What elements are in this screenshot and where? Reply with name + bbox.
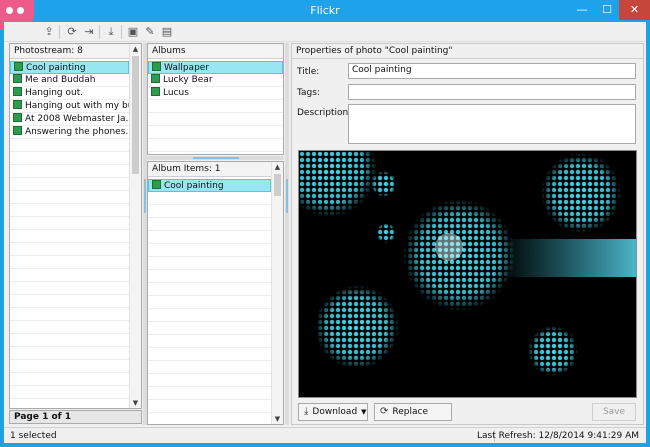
photo-icon (152, 180, 161, 189)
title-label: Title: (297, 67, 320, 77)
client-area: ⇪ ⟳ ⇥ ⤓ ▣ ✎ ▤ Photostream: 8 Cool painti… (4, 22, 646, 443)
delete-icon[interactable]: ▤ (160, 25, 174, 39)
page-indicator: Page 1 of 1 (9, 410, 142, 424)
refresh-icon: ⟳ (380, 406, 389, 417)
toolbar: ⇪ ⟳ ⇥ ⤓ ▣ ✎ ▤ (4, 22, 646, 42)
list-item[interactable]: At 2008 Webmaster Ja... (10, 113, 129, 126)
download-button[interactable]: ⤓ Download ▼ (298, 403, 368, 421)
status-bar: 1 selected Last Refresh: 12/8/2014 9:41:… (4, 427, 646, 443)
albums-header: Albums (148, 44, 283, 59)
properties-panel: Properties of photo "Cool painting" Titl… (291, 43, 644, 425)
photo-icon (14, 62, 23, 71)
photo-icon (13, 100, 22, 109)
scroll-down-icon[interactable]: ▼ (130, 399, 141, 407)
maximize-button[interactable]: ☐ (596, 0, 618, 20)
close-button[interactable]: ✕ (619, 0, 650, 20)
album-items-list: Cool painting (148, 179, 271, 424)
photo-image (299, 151, 636, 397)
tags-label: Tags: (297, 88, 320, 98)
scrollbar-thumb[interactable] (132, 56, 139, 174)
photo-icon (13, 74, 22, 83)
list-item[interactable]: Me and Buddah (10, 74, 129, 87)
list-item[interactable]: Lucus (148, 87, 283, 100)
list-item[interactable]: Answering the phones. (10, 126, 129, 139)
minimize-button[interactable]: — (570, 0, 594, 20)
album-items-scrollbar[interactable]: ▲ ▼ (271, 162, 283, 424)
photo-icon (13, 87, 22, 96)
scroll-down-icon[interactable]: ▼ (272, 415, 283, 423)
photostream-panel: Photostream: 8 Cool painting Me and Budd… (9, 43, 142, 409)
refresh-icon[interactable]: ⟳ (65, 25, 79, 39)
edit-icon[interactable]: ✎ (143, 25, 157, 39)
album-items-header: Album Items: 1 (148, 162, 283, 177)
replace-button[interactable]: ⟳ Replace (374, 403, 452, 421)
scroll-up-icon[interactable]: ▲ (130, 45, 141, 53)
album-icon (151, 74, 160, 83)
list-item[interactable]: Wallpaper (148, 61, 283, 74)
title-field[interactable]: Cool painting (348, 63, 636, 79)
albums-panel: Albums Wallpaper Lucky Bear Lucus (147, 43, 284, 155)
album-icon (151, 87, 160, 96)
scrollbar-thumb[interactable] (274, 174, 281, 196)
photostream-header: Photostream: 8 (10, 44, 141, 59)
description-field[interactable] (348, 104, 636, 144)
description-label: Description: (297, 108, 352, 118)
selection-count: 1 selected (10, 431, 57, 441)
save-button[interactable]: Save (592, 403, 636, 421)
download-icon[interactable]: ⤓ (104, 25, 118, 39)
photostream-list: Cool painting Me and Buddah Hanging out.… (10, 61, 129, 408)
last-refresh: Last Refresh: 12/8/2014 9:41:29 AM (477, 431, 639, 441)
download-icon: ⤓ (304, 406, 309, 417)
photostream-scrollbar[interactable]: ▲ ▼ (129, 44, 141, 408)
scroll-up-icon[interactable]: ▲ (272, 163, 283, 171)
photo-icon (13, 113, 22, 122)
properties-header: Properties of photo "Cool painting" (292, 44, 643, 59)
album-items-panel: Album Items: 1 Cool painting ▲ ▼ (147, 161, 284, 425)
upload-icon[interactable]: ⇪ (42, 25, 56, 39)
list-item[interactable]: Hanging out. (10, 87, 129, 100)
list-item[interactable]: Cool painting (10, 61, 129, 74)
splitter[interactable] (147, 156, 284, 160)
photo-icon (13, 126, 22, 135)
albums-list: Wallpaper Lucky Bear Lucus (148, 61, 283, 154)
window-title: Flickr (310, 4, 340, 17)
tags-field[interactable] (348, 84, 636, 100)
chevron-down-icon: ▼ (361, 408, 367, 416)
splitter[interactable] (285, 43, 289, 425)
list-item[interactable]: Lucky Bear (148, 74, 283, 87)
photo-preview (298, 150, 637, 398)
list-item[interactable]: Hanging out with my bu... (10, 100, 129, 113)
photo-icon[interactable]: ▣ (126, 25, 140, 39)
album-icon (152, 62, 161, 71)
export-icon[interactable]: ⇥ (82, 25, 96, 39)
app-window: Flickr — ☐ ✕ ⇪ ⟳ ⇥ ⤓ ▣ ✎ ▤ Photostream: … (0, 0, 650, 447)
list-item[interactable]: Cool painting (148, 179, 271, 192)
title-bar[interactable]: Flickr — ☐ ✕ (0, 0, 650, 30)
